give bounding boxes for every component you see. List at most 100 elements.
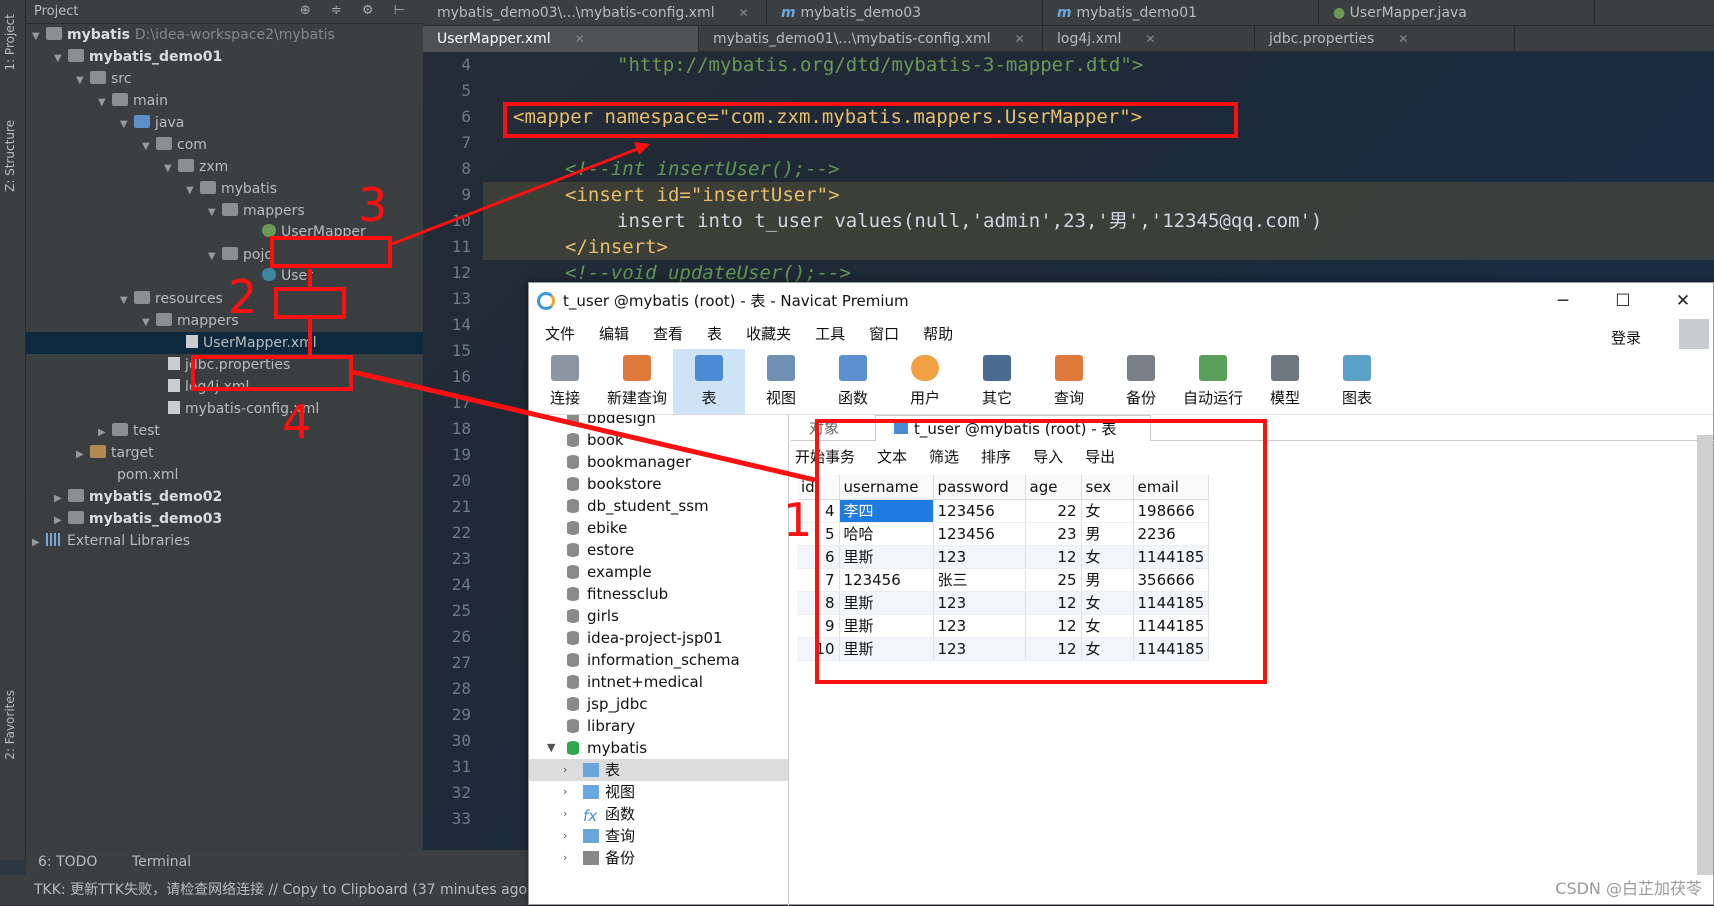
db-child-queries[interactable]: › 查询 bbox=[529, 825, 635, 847]
menu-edit[interactable]: 编辑 bbox=[587, 319, 641, 349]
todo-tab[interactable]: 6: TODO bbox=[38, 854, 97, 870]
tree-folder-java[interactable]: ▼ java bbox=[120, 112, 184, 134]
menu-tools[interactable]: 工具 bbox=[803, 319, 857, 349]
bottom-tool-tabs: 6: TODO Terminal bbox=[26, 850, 528, 875]
db-item[interactable]: intnet+medical bbox=[529, 671, 703, 693]
tree-folder-mappers[interactable]: ▼ mappers bbox=[208, 200, 305, 222]
project-header-label[interactable]: Project bbox=[34, 4, 78, 19]
connect-icon bbox=[551, 355, 579, 381]
toolbar-new-query[interactable]: 新建查询 bbox=[601, 349, 673, 414]
toolbar-other[interactable]: 其它 bbox=[961, 349, 1033, 414]
toolbar-chart[interactable]: 图表 bbox=[1321, 349, 1393, 414]
tree-folder-test[interactable]: ▶ test bbox=[98, 420, 160, 442]
chart-icon bbox=[1343, 355, 1371, 381]
tab-jdbc-properties[interactable]: jdbc.properties ✕ bbox=[1255, 26, 1515, 52]
code-line-4[interactable]: "http://mybatis.org/dtd/mybatis-3-mapper… bbox=[617, 52, 1143, 78]
db-item[interactable]: bookstore bbox=[529, 473, 662, 495]
toolbar-view[interactable]: 视图 bbox=[745, 349, 817, 414]
tab-demo03-config[interactable]: mybatis_demo03\...\mybatis-config.xml ✕ bbox=[423, 0, 767, 26]
tab-demo01[interactable]: m mybatis_demo01 bbox=[1043, 0, 1319, 26]
tab-log4j[interactable]: log4j.xml ✕ bbox=[1043, 26, 1255, 52]
db-item[interactable]: example bbox=[529, 561, 652, 583]
maximize-icon[interactable]: ☐ bbox=[1593, 283, 1653, 319]
navicat-titlebar: t_user @mybatis (root) - 表 - Navicat Pre… bbox=[529, 283, 1713, 319]
db-child-backups[interactable]: › 备份 bbox=[529, 847, 635, 869]
editor-tabs-row2: UserMapper.xml ✕ mybatis_demo01\...\mybat… bbox=[423, 26, 1714, 52]
tree-folder-mybatis[interactable]: ▼ mybatis bbox=[186, 178, 277, 200]
navicat-title: t_user @mybatis (root) - 表 - Navicat Pre… bbox=[563, 292, 909, 310]
tree-folder-com[interactable]: ▼ com bbox=[142, 134, 207, 156]
toolbar-query[interactable]: 查询 bbox=[1033, 349, 1105, 414]
db-item[interactable]: jsp_jdbc bbox=[529, 693, 647, 715]
tree-folder-src[interactable]: ▼ src bbox=[76, 68, 131, 90]
tree-folder-res-mappers[interactable]: ▼ mappers bbox=[142, 310, 239, 332]
db-item[interactable]: bookmanager bbox=[529, 451, 691, 473]
project-header-tools[interactable]: ⊕ ≑ ⚙ ⊢ bbox=[300, 3, 413, 18]
function-icon bbox=[839, 355, 867, 381]
db-item[interactable]: bbdesign bbox=[529, 415, 656, 429]
db-item[interactable]: idea-project-jsp01 bbox=[529, 627, 723, 649]
code-line-8[interactable]: <!--int insertUser();--> bbox=[565, 156, 840, 182]
project-panel: Project ⊕ ≑ ⚙ ⊢ ▼ mybatis D:\idea-workspa… bbox=[26, 0, 423, 850]
usermapper-highlight bbox=[270, 236, 392, 268]
tree-folder-main[interactable]: ▼ main bbox=[98, 90, 168, 112]
toolbar-user[interactable]: 用户 bbox=[889, 349, 961, 414]
tree-folder-pojo[interactable]: ▼ pojo bbox=[208, 244, 273, 266]
db-item[interactable]: db_student_ssm bbox=[529, 495, 709, 517]
code-line-11[interactable]: </insert> bbox=[565, 234, 668, 260]
menu-window[interactable]: 窗口 bbox=[857, 319, 911, 349]
navicat-menubar: 文件 编辑 查看 表 收藏夹 工具 窗口 帮助 登录 bbox=[529, 319, 1713, 349]
db-item[interactable]: ebike bbox=[529, 517, 627, 539]
toolbar-table[interactable]: 表 bbox=[673, 349, 745, 414]
toolbar-backup[interactable]: 备份 bbox=[1105, 349, 1177, 414]
minimize-icon[interactable]: ─ bbox=[1533, 283, 1593, 319]
structure-tool-tab[interactable]: Z: Structure bbox=[3, 120, 17, 192]
db-item-mybatis[interactable]: ▼ mybatis bbox=[529, 737, 647, 759]
tree-module-demo03[interactable]: ▶ mybatis_demo03 bbox=[54, 508, 222, 530]
db-child-functions[interactable]: › fx 函数 bbox=[529, 803, 635, 825]
tab-usermapper-java[interactable]: ● UserMapper.java bbox=[1319, 0, 1595, 26]
menu-help[interactable]: 帮助 bbox=[911, 319, 965, 349]
favorites-tool-tab[interactable]: 2: Favorites bbox=[3, 690, 17, 760]
avatar[interactable] bbox=[1679, 319, 1709, 349]
db-child-tables[interactable]: › 表 bbox=[529, 759, 788, 781]
menu-favorites[interactable]: 收藏夹 bbox=[734, 319, 803, 349]
navicat-toolbar: 连接 新建查询 表 视图 函数 用户 其它 查询 备份 自动运行 模型 图表 bbox=[529, 349, 1713, 415]
query-icon bbox=[1055, 355, 1083, 381]
db-item[interactable]: library bbox=[529, 715, 635, 737]
tree-root-mybatis[interactable]: ▼ mybatis D:\idea-workspace2\mybatis bbox=[32, 24, 335, 46]
tree-folder-target[interactable]: ▶ target bbox=[76, 442, 154, 464]
tab-demo03[interactable]: m mybatis_demo03 bbox=[767, 0, 1043, 26]
code-line-10[interactable]: insert into t_user values(null,'admin',2… bbox=[617, 208, 1322, 234]
backup-icon bbox=[1127, 355, 1155, 381]
toolbar-connect[interactable]: 连接 bbox=[529, 349, 601, 414]
db-item[interactable]: fitnessclub bbox=[529, 583, 668, 605]
left-tool-strip: 1: Project Z: Structure 2: Favorites bbox=[0, 0, 26, 860]
toolbar-model[interactable]: 模型 bbox=[1249, 349, 1321, 414]
menu-view[interactable]: 查看 bbox=[641, 319, 695, 349]
toolbar-auto-run[interactable]: 自动运行 bbox=[1177, 349, 1249, 414]
tree-external-libraries[interactable]: ▶ External Libraries bbox=[32, 530, 190, 552]
toolbar-function[interactable]: 函数 bbox=[817, 349, 889, 414]
tree-file-usermapper-xml[interactable]: UserMapper.xml bbox=[26, 332, 423, 354]
code-line-9[interactable]: <insert id="insertUser"> bbox=[565, 182, 840, 208]
close-icon[interactable]: ✕ bbox=[1653, 283, 1713, 319]
tree-module-demo01[interactable]: ▼ mybatis_demo01 bbox=[54, 46, 222, 68]
tab-demo01-config[interactable]: mybatis_demo01\...\mybatis-config.xml ✕ bbox=[699, 26, 1043, 52]
db-item[interactable]: information_schema bbox=[529, 649, 740, 671]
tab-usermapper-xml[interactable]: UserMapper.xml ✕ bbox=[423, 26, 699, 52]
tree-file-pom[interactable]: pom.xml bbox=[98, 464, 178, 486]
menu-file[interactable]: 文件 bbox=[533, 319, 587, 349]
db-child-views[interactable]: › 视图 bbox=[529, 781, 635, 803]
terminal-tab[interactable]: Terminal bbox=[132, 854, 191, 870]
menu-table[interactable]: 表 bbox=[695, 319, 734, 349]
tree-folder-zxm[interactable]: ▼ zxm bbox=[164, 156, 228, 178]
db-item[interactable]: girls bbox=[529, 605, 619, 627]
vertical-scrollbar[interactable] bbox=[1697, 435, 1713, 875]
db-item[interactable]: book bbox=[529, 429, 624, 451]
db-item[interactable]: estore bbox=[529, 539, 634, 561]
tree-module-demo02[interactable]: ▶ mybatis_demo02 bbox=[54, 486, 222, 508]
tree-file-user-class[interactable]: User bbox=[262, 265, 313, 287]
project-tool-tab[interactable]: 1: Project bbox=[3, 14, 17, 71]
tree-folder-resources[interactable]: ▼ resources bbox=[120, 288, 223, 310]
